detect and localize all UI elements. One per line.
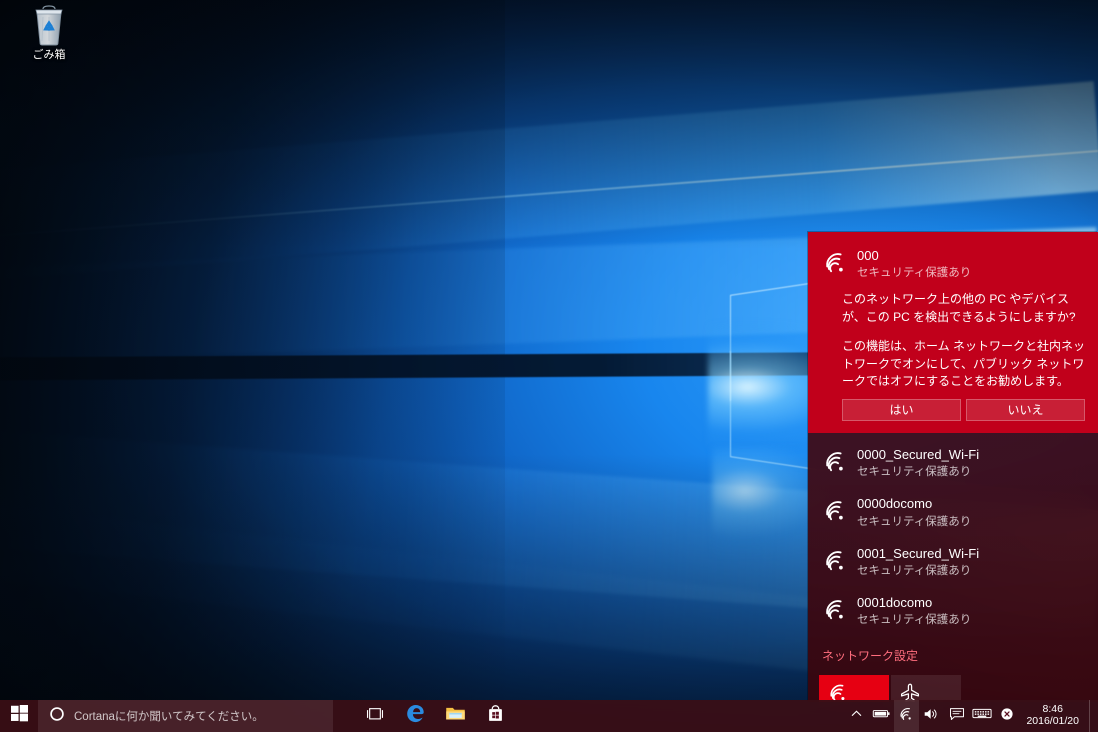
volume-button[interactable] xyxy=(919,700,944,732)
file-explorer-button[interactable] xyxy=(435,700,475,732)
touch-keyboard-button[interactable] xyxy=(969,700,994,732)
network-security: セキュリティ保護あり xyxy=(857,614,972,627)
wifi-flyout-panel: 000 セキュリティ保護あり このネットワーク上の他の PC やデバイスが、この… xyxy=(808,232,1098,702)
wifi-icon xyxy=(822,498,848,524)
network-discovery-prompt: 000 セキュリティ保護あり このネットワーク上の他の PC やデバイスが、この… xyxy=(808,232,1098,434)
show-hidden-icons-button[interactable] xyxy=(844,700,869,732)
network-list-item[interactable]: 0001_Secured_Wi-Fi セキュリティ保護あり xyxy=(808,538,1098,587)
wifi-icon xyxy=(822,548,848,574)
start-button[interactable] xyxy=(0,700,38,732)
network-list-item[interactable]: 0000docomo セキュリティ保護あり xyxy=(808,488,1098,537)
prompt-yes-button[interactable]: はい xyxy=(842,399,961,422)
taskbar-app-buttons xyxy=(355,700,515,732)
network-list-item[interactable]: 0001docomo セキュリティ保護あり xyxy=(808,587,1098,636)
task-view-button[interactable] xyxy=(355,700,395,732)
prompt-no-button[interactable]: いいえ xyxy=(966,399,1085,422)
taskbar-clock[interactable]: 8:46 2016/01/20 xyxy=(1019,700,1089,732)
speech-bubble-icon xyxy=(949,707,965,726)
battery-button[interactable] xyxy=(869,700,894,732)
action-center-button[interactable] xyxy=(944,700,969,732)
wifi-toggle-tile[interactable]: 利用可能 xyxy=(819,675,889,702)
prompt-recommendation: この機能は、ホーム ネットワークと社内ネットワークでオンにして、パブリック ネッ… xyxy=(842,338,1085,389)
edge-icon xyxy=(405,703,426,729)
network-button[interactable] xyxy=(894,700,920,732)
chevron-up-icon xyxy=(850,707,863,725)
wifi-icon xyxy=(898,706,915,727)
network-security: セキュリティ保護あり xyxy=(857,565,972,578)
battery-icon xyxy=(872,707,891,725)
quick-action-tiles: 利用可能 機内モード xyxy=(808,673,1098,702)
recycle-bin-icon xyxy=(29,4,69,46)
system-tray: 8:46 2016/01/20 xyxy=(844,700,1098,732)
network-ssid: 0000docomo xyxy=(857,496,933,512)
cortana-search-box[interactable]: Cortanaに何か聞いてみてください。 xyxy=(38,700,333,732)
desktop-icon-label: ごみ箱 xyxy=(32,49,66,61)
taskbar: Cortanaに何か聞いてみてください。 8:46 2016/01/20 xyxy=(0,700,1098,732)
safely-remove-hardware-button[interactable] xyxy=(994,700,1019,732)
airplane-mode-tile[interactable]: 機内モード xyxy=(891,675,961,702)
prompt-question: このネットワーク上の他の PC やデバイスが、この PC を検出できるようにしま… xyxy=(842,292,1076,325)
microsoft-edge-button[interactable] xyxy=(395,700,435,732)
network-list-item[interactable]: 0000_Secured_Wi-Fi セキュリティ保護あり xyxy=(808,439,1098,488)
wifi-icon xyxy=(822,597,848,623)
available-networks-list: 0000_Secured_Wi-Fi セキュリティ保護あり 0000docomo… xyxy=(808,433,1098,636)
network-security: セキュリティ保護あり xyxy=(857,466,972,479)
prompt-ssid: 000 xyxy=(857,248,879,263)
wifi-icon xyxy=(822,250,848,276)
store-bag-icon xyxy=(486,704,505,728)
speaker-icon xyxy=(923,707,940,726)
desktop-screen: ごみ箱 000 セキュリティ保護あり このネットワーク上の他の PC やデバイス… xyxy=(0,0,1098,732)
prompt-security: セキュリティ保護あり xyxy=(857,267,972,280)
show-desktop-button[interactable] xyxy=(1089,700,1096,732)
keyboard-icon xyxy=(972,707,992,725)
network-security: セキュリティ保護あり xyxy=(857,515,972,528)
circle-x-icon xyxy=(1000,707,1014,726)
clock-date: 2016/01/20 xyxy=(1026,715,1079,727)
network-ssid: 0001_Secured_Wi-Fi xyxy=(857,545,980,561)
microsoft-store-button[interactable] xyxy=(475,700,515,732)
cortana-search-placeholder: Cortanaに何か聞いてみてください。 xyxy=(74,711,264,723)
windows-logo-icon xyxy=(10,705,28,727)
cortana-ring-icon xyxy=(49,706,65,727)
prompt-network-header: 000 セキュリティ保護あり xyxy=(808,242,1098,285)
network-settings-link[interactable]: ネットワーク設定 xyxy=(808,636,918,673)
task-view-icon xyxy=(365,706,385,727)
network-ssid: 0001docomo xyxy=(857,595,933,611)
network-ssid: 0000_Secured_Wi-Fi xyxy=(857,447,980,463)
desktop-icon-recycle-bin[interactable]: ごみ箱 xyxy=(12,4,86,62)
wifi-icon xyxy=(822,449,848,475)
folder-icon xyxy=(445,705,466,727)
